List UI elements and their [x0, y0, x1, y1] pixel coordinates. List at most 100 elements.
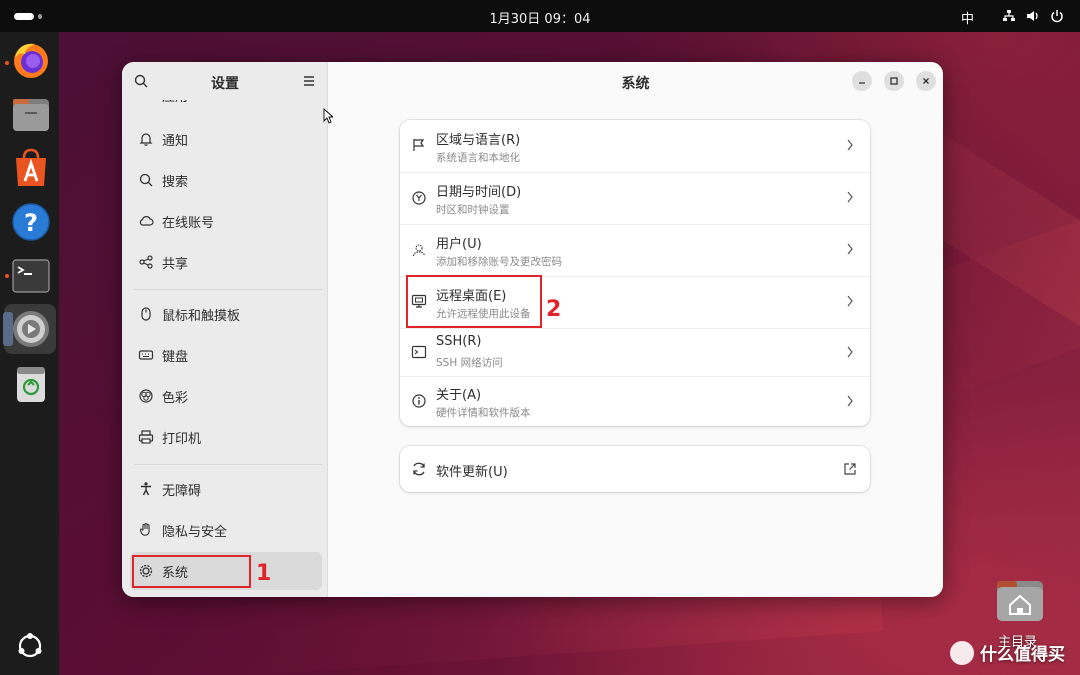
settings-icon[interactable]	[11, 309, 51, 349]
system-settings-list: 区域与语言(R) 系统语言和本地化 日期与时间(D) 时区和时钟设置 用户(U)…	[400, 120, 870, 426]
row-subtitle: SSH 网络访问	[436, 357, 503, 369]
external-link-icon	[844, 463, 856, 475]
top-bar: 1月30日 09：04 中	[0, 0, 1080, 32]
sidebar-list: 应用 通知 搜索 在线账号	[122, 100, 328, 597]
sidebar-item-apps[interactable]: 应用	[130, 100, 322, 114]
row-subtitle: 时区和时钟设置	[436, 204, 510, 216]
row-title: SSH(R)	[436, 334, 482, 349]
flag-icon	[413, 139, 425, 151]
files-icon[interactable]	[11, 94, 51, 134]
row-subtitle: 硬件详情和软件版本	[436, 407, 531, 419]
sidebar-divider	[134, 289, 322, 290]
sidebar-item-printers[interactable]: 打印机	[130, 418, 322, 456]
row-users[interactable]: 用户(U) 添加和移除账号及更改密码	[400, 224, 870, 276]
step-number-1: 1	[256, 561, 272, 586]
info-icon	[412, 394, 426, 408]
sidebar-item-label: 隐私与安全	[162, 525, 228, 540]
minimize-button[interactable]	[852, 71, 872, 91]
chevron-right-icon	[847, 191, 853, 203]
minimize-icon	[859, 82, 865, 84]
accessibility-icon	[141, 482, 151, 496]
volume-icon[interactable]	[1026, 9, 1040, 23]
help-icon[interactable]: ?	[11, 202, 51, 242]
keyboard-icon	[138, 350, 154, 360]
sidebar-item-label: 键盘	[162, 350, 189, 365]
apps-icon	[138, 100, 154, 103]
input-method-indicator[interactable]: 中	[961, 8, 974, 27]
svg-text:?: ?	[24, 209, 38, 237]
mouse-icon	[141, 307, 151, 321]
chevron-right-icon	[847, 139, 853, 151]
terminal-icon	[411, 345, 427, 359]
row-about[interactable]: 关于(A) 硬件详情和软件版本	[400, 376, 870, 426]
refresh-icon	[413, 462, 425, 476]
sidebar-item-color[interactable]: 色彩	[130, 377, 322, 415]
row-subtitle: 添加和移除账号及更改密码	[436, 256, 562, 268]
sidebar-item-label: 通知	[162, 134, 189, 149]
chevron-right-icon	[847, 346, 853, 358]
hamburger-menu-icon[interactable]	[302, 74, 316, 88]
firefox-icon[interactable]	[11, 40, 51, 80]
sidebar-item-label: 在线账号	[162, 216, 215, 231]
ubuntu-logo-icon[interactable]	[14, 630, 46, 662]
clock-icon	[412, 191, 426, 205]
row-software-update[interactable]: 软件更新(U)	[400, 446, 870, 492]
bell-icon	[139, 133, 153, 146]
sidebar-item-notifications[interactable]: 通知	[130, 120, 322, 158]
dock: ?	[0, 32, 59, 675]
row-subtitle: 系统语言和本地化	[436, 152, 520, 164]
sidebar-item-accessibility[interactable]: 无障碍	[130, 470, 322, 508]
clock[interactable]: 1月30日 09：04	[0, 8, 1080, 27]
sidebar-item-privacy-security[interactable]: 隐私与安全	[130, 511, 322, 549]
printer-icon	[138, 430, 154, 444]
row-region-language[interactable]: 区域与语言(R) 系统语言和本地化	[400, 120, 870, 172]
app-center-icon[interactable]	[11, 148, 51, 188]
highlight-box-remote-desktop	[406, 275, 542, 328]
page-title: 系统	[621, 76, 650, 92]
sidebar-title: 设置	[211, 76, 239, 92]
power-icon[interactable]	[1050, 9, 1064, 23]
row-ssh[interactable]: SSH(R) SSH 网络访问	[400, 328, 870, 376]
sidebar-item-sharing[interactable]: 共享	[130, 243, 322, 281]
chevron-right-icon	[847, 395, 853, 407]
running-indicator	[5, 274, 9, 278]
row-date-time[interactable]: 日期与时间(D) 时区和时钟设置	[400, 172, 870, 224]
settings-window: 设置 应用 通知	[122, 62, 943, 597]
sidebar-item-label: 无障碍	[162, 484, 202, 499]
chevron-right-icon	[847, 295, 853, 307]
home-folder-icon	[997, 581, 1043, 621]
close-button[interactable]	[916, 71, 936, 91]
sidebar-item-label: 应用	[162, 100, 188, 105]
running-indicator	[5, 61, 9, 65]
share-icon	[139, 255, 153, 269]
row-title: 软件更新(U)	[436, 465, 508, 480]
sidebar-item-online-accounts[interactable]: 在线账号	[130, 202, 322, 240]
maximize-icon	[890, 77, 898, 85]
chevron-right-icon	[847, 243, 853, 255]
software-update-card: 软件更新(U)	[400, 446, 870, 492]
main-panel: 系统 区域与语言(R) 系统语言和本地化 日期与时间(D) 时区和时钟设置 用户…	[328, 62, 943, 597]
trash-icon[interactable]	[11, 364, 51, 404]
sidebar-item-label: 共享	[162, 257, 189, 272]
sidebar-item-mouse-touchpad[interactable]: 鼠标和触摸板	[130, 295, 322, 333]
sidebar-item-label: 搜索	[162, 175, 189, 190]
step-number-2: 2	[546, 297, 562, 322]
maximize-button[interactable]	[884, 71, 904, 91]
sidebar-divider	[134, 464, 322, 465]
row-title: 关于(A)	[436, 388, 482, 403]
sidebar-item-keyboard[interactable]: 键盘	[130, 336, 322, 374]
terminal-icon[interactable]	[11, 256, 51, 296]
watermark-text: 什么值得买	[980, 645, 1065, 665]
close-icon	[923, 78, 929, 84]
sidebar-item-search[interactable]: 搜索	[130, 161, 322, 199]
cloud-icon	[139, 216, 154, 226]
search-icon	[139, 173, 153, 187]
row-title: 区域与语言(R)	[436, 133, 521, 148]
row-title: 用户(U)	[436, 237, 482, 252]
network-icon[interactable]	[1002, 9, 1016, 23]
hand-icon	[139, 522, 150, 536]
sidebar-item-label: 色彩	[162, 391, 189, 406]
mouse-cursor-icon	[323, 108, 333, 124]
sidebar-item-label: 打印机	[162, 432, 202, 447]
settings-sidebar: 设置 应用 通知	[122, 62, 328, 597]
